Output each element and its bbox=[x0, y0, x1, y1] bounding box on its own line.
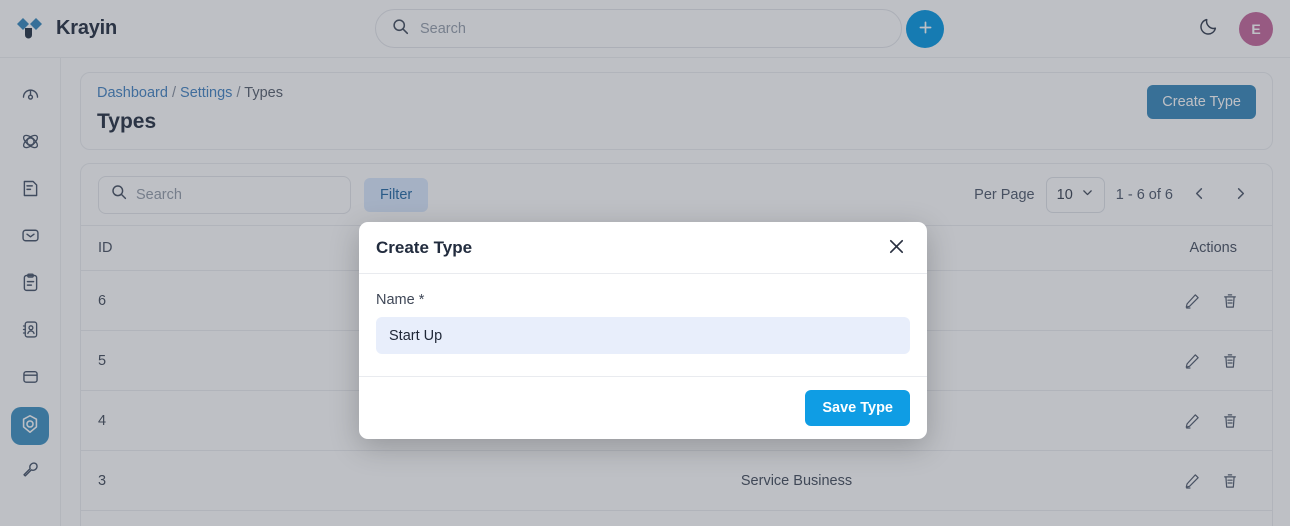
create-type-modal: Create Type Name * Save Type bbox=[359, 222, 927, 439]
modal-header: Create Type bbox=[359, 222, 927, 274]
name-field-label: Name * bbox=[376, 292, 425, 308]
modal-footer: Save Type bbox=[359, 377, 927, 439]
modal-close-button[interactable] bbox=[882, 234, 910, 262]
name-input[interactable] bbox=[376, 317, 910, 354]
app-root: Krayin Search E Dashboard / Settings / T… bbox=[0, 0, 1290, 526]
modal-title: Create Type bbox=[376, 237, 473, 257]
save-type-button[interactable]: Save Type bbox=[805, 390, 910, 426]
close-icon bbox=[887, 237, 906, 259]
modal-body: Name * bbox=[359, 274, 927, 377]
